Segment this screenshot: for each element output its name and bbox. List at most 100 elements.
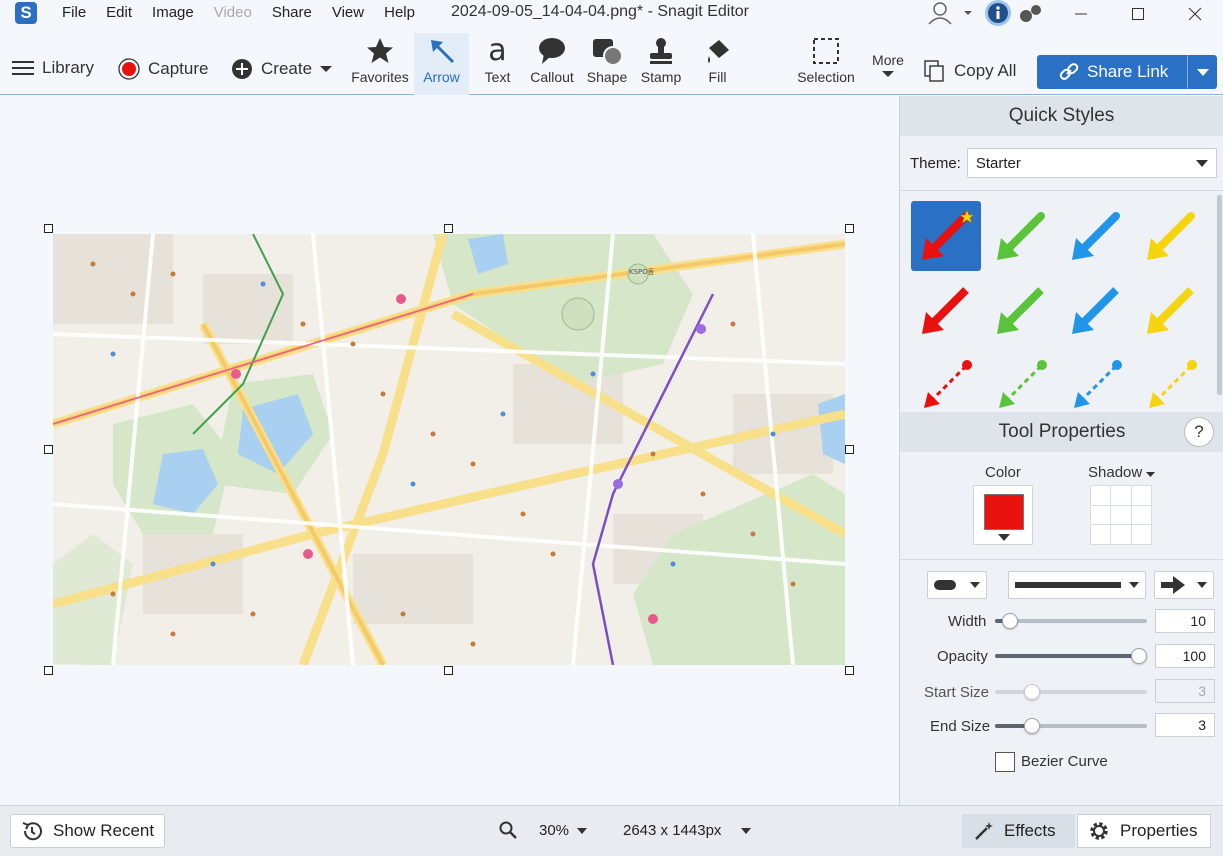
line-cap-dropdown[interactable] — [927, 571, 987, 599]
line-style-dropdown[interactable] — [1008, 571, 1146, 599]
chevron-down-icon — [320, 66, 333, 72]
copy-all-label: Copy All — [954, 61, 1017, 80]
menu-share[interactable]: Share — [262, 2, 322, 24]
end-size-slider-thumb[interactable] — [1024, 718, 1040, 734]
quick-style-swatch[interactable] — [1136, 275, 1206, 345]
theme-select[interactable]: Starter — [966, 148, 1217, 178]
tool-selection[interactable]: Selection — [792, 33, 860, 95]
quick-style-swatch[interactable] — [1136, 201, 1206, 271]
width-input[interactable]: 10 — [1155, 609, 1215, 633]
tool-shape[interactable]: Shape — [583, 33, 631, 95]
shadow-cell[interactable] — [1091, 525, 1111, 544]
quick-style-swatch[interactable] — [911, 201, 981, 271]
quick-style-swatch[interactable] — [986, 351, 1056, 410]
color-picker[interactable] — [973, 485, 1033, 545]
shadow-cell[interactable] — [1111, 505, 1131, 525]
resize-handle-sw[interactable] — [44, 666, 53, 675]
shadow-cell[interactable] — [1111, 486, 1131, 505]
start-size-slider-track[interactable] — [995, 690, 1147, 694]
menu-file[interactable]: File — [52, 2, 96, 24]
maximize-button[interactable] — [1113, 0, 1163, 28]
text-tool-icon: a — [488, 33, 507, 68]
quick-style-swatch[interactable] — [911, 275, 981, 345]
bezier-curve-checkbox[interactable] — [995, 752, 1015, 772]
start-size-slider-thumb[interactable] — [1024, 684, 1040, 700]
resize-handle-nw[interactable] — [44, 224, 53, 233]
menu-view[interactable]: View — [322, 2, 374, 24]
magnifier-icon — [499, 821, 517, 839]
opacity-slider-thumb[interactable] — [1131, 648, 1147, 664]
menu-video[interactable]: Video — [204, 2, 262, 24]
width-slider-thumb[interactable] — [1002, 613, 1018, 629]
resize-handle-w[interactable] — [44, 445, 53, 454]
share-link-main[interactable]: Share Link — [1037, 62, 1187, 82]
solid-line-icon — [1015, 582, 1121, 588]
shadow-picker[interactable] — [1090, 485, 1152, 545]
shadow-dropdown[interactable]: Shadow — [1088, 464, 1156, 481]
effects-button[interactable]: Effects — [962, 814, 1075, 848]
menu-image[interactable]: Image — [142, 2, 204, 24]
shadow-cell[interactable] — [1131, 525, 1151, 544]
library-button[interactable]: Library — [12, 58, 94, 78]
resize-handle-e[interactable] — [845, 445, 854, 454]
quick-styles-title: Quick Styles — [900, 96, 1223, 136]
title-bar: S File Edit Image Video Share View Help … — [0, 0, 1223, 26]
shadow-cell[interactable] — [1091, 486, 1111, 505]
menu-edit[interactable]: Edit — [96, 2, 142, 24]
tool-text[interactable]: a Text — [475, 33, 520, 95]
library-label: Library — [42, 58, 94, 77]
resize-handle-ne[interactable] — [845, 224, 854, 233]
shadow-cell[interactable] — [1091, 505, 1111, 525]
minimize-button[interactable] — [1056, 0, 1106, 28]
more-label: More — [872, 52, 904, 68]
account-button[interactable] — [924, 0, 974, 26]
resize-handle-se[interactable] — [845, 666, 854, 675]
quick-style-swatch[interactable] — [986, 201, 1056, 271]
share-link-button[interactable]: Share Link — [1037, 55, 1217, 89]
quick-style-swatch[interactable] — [911, 351, 981, 410]
shadow-cell[interactable] — [1111, 525, 1131, 544]
arrow-style-icon — [922, 209, 974, 260]
theme-value: Starter — [975, 154, 1021, 172]
resize-handle-s[interactable] — [444, 666, 453, 675]
start-size-input[interactable]: 3 — [1155, 679, 1215, 703]
tool-stamp[interactable]: Stamp — [637, 33, 685, 95]
end-size-input[interactable]: 3 — [1155, 713, 1215, 737]
tool-callout[interactable]: Callout — [527, 33, 577, 95]
snagit-logo-icon[interactable]: S — [15, 2, 37, 24]
arrow-end-dropdown[interactable] — [1154, 571, 1214, 599]
shadow-label: Shadow — [1088, 464, 1143, 481]
properties-button[interactable]: Properties — [1077, 814, 1211, 848]
zoom-button[interactable] — [499, 821, 517, 842]
opacity-input[interactable]: 100 — [1155, 644, 1215, 668]
create-button[interactable]: Create — [231, 58, 333, 80]
show-recent-button[interactable]: Show Recent — [10, 814, 165, 848]
resize-handle-n[interactable] — [444, 224, 453, 233]
tool-fill[interactable]: Fill — [695, 33, 740, 95]
shadow-cell[interactable] — [1131, 486, 1151, 505]
shadow-cell[interactable] — [1131, 505, 1151, 525]
chevron-down-icon — [741, 827, 752, 834]
notifications-button[interactable] — [1018, 2, 1044, 24]
menu-help[interactable]: Help — [374, 2, 425, 24]
tool-favorites[interactable]: Favorites — [349, 33, 411, 95]
image-dimensions: 2643 x 1443px — [623, 822, 722, 839]
quick-style-swatch[interactable] — [1136, 351, 1206, 410]
image-size-dropdown[interactable]: 2643 x 1443px — [623, 822, 752, 839]
quick-styles-scrollbar[interactable] — [1217, 195, 1222, 395]
quick-style-swatch[interactable] — [1061, 275, 1131, 345]
quick-style-swatch[interactable] — [986, 275, 1056, 345]
zoom-dropdown[interactable]: 30% — [539, 822, 588, 839]
help-button[interactable]: ? — [1184, 417, 1214, 447]
capture-button[interactable]: Capture — [118, 58, 208, 80]
quick-style-swatch[interactable] — [1061, 201, 1131, 271]
close-button[interactable] — [1170, 0, 1220, 28]
share-link-dropdown[interactable] — [1187, 55, 1217, 89]
quick-style-swatch[interactable] — [1061, 351, 1131, 410]
tool-arrow[interactable]: Arrow — [414, 33, 469, 95]
map-screenshot-image[interactable]: KSPO돔 — [53, 234, 845, 665]
chevron-down-icon — [882, 71, 894, 77]
start-size-label: Start Size — [924, 684, 990, 701]
copy-all-button[interactable]: Copy All — [924, 60, 1016, 82]
info-button[interactable] — [983, 0, 1013, 28]
